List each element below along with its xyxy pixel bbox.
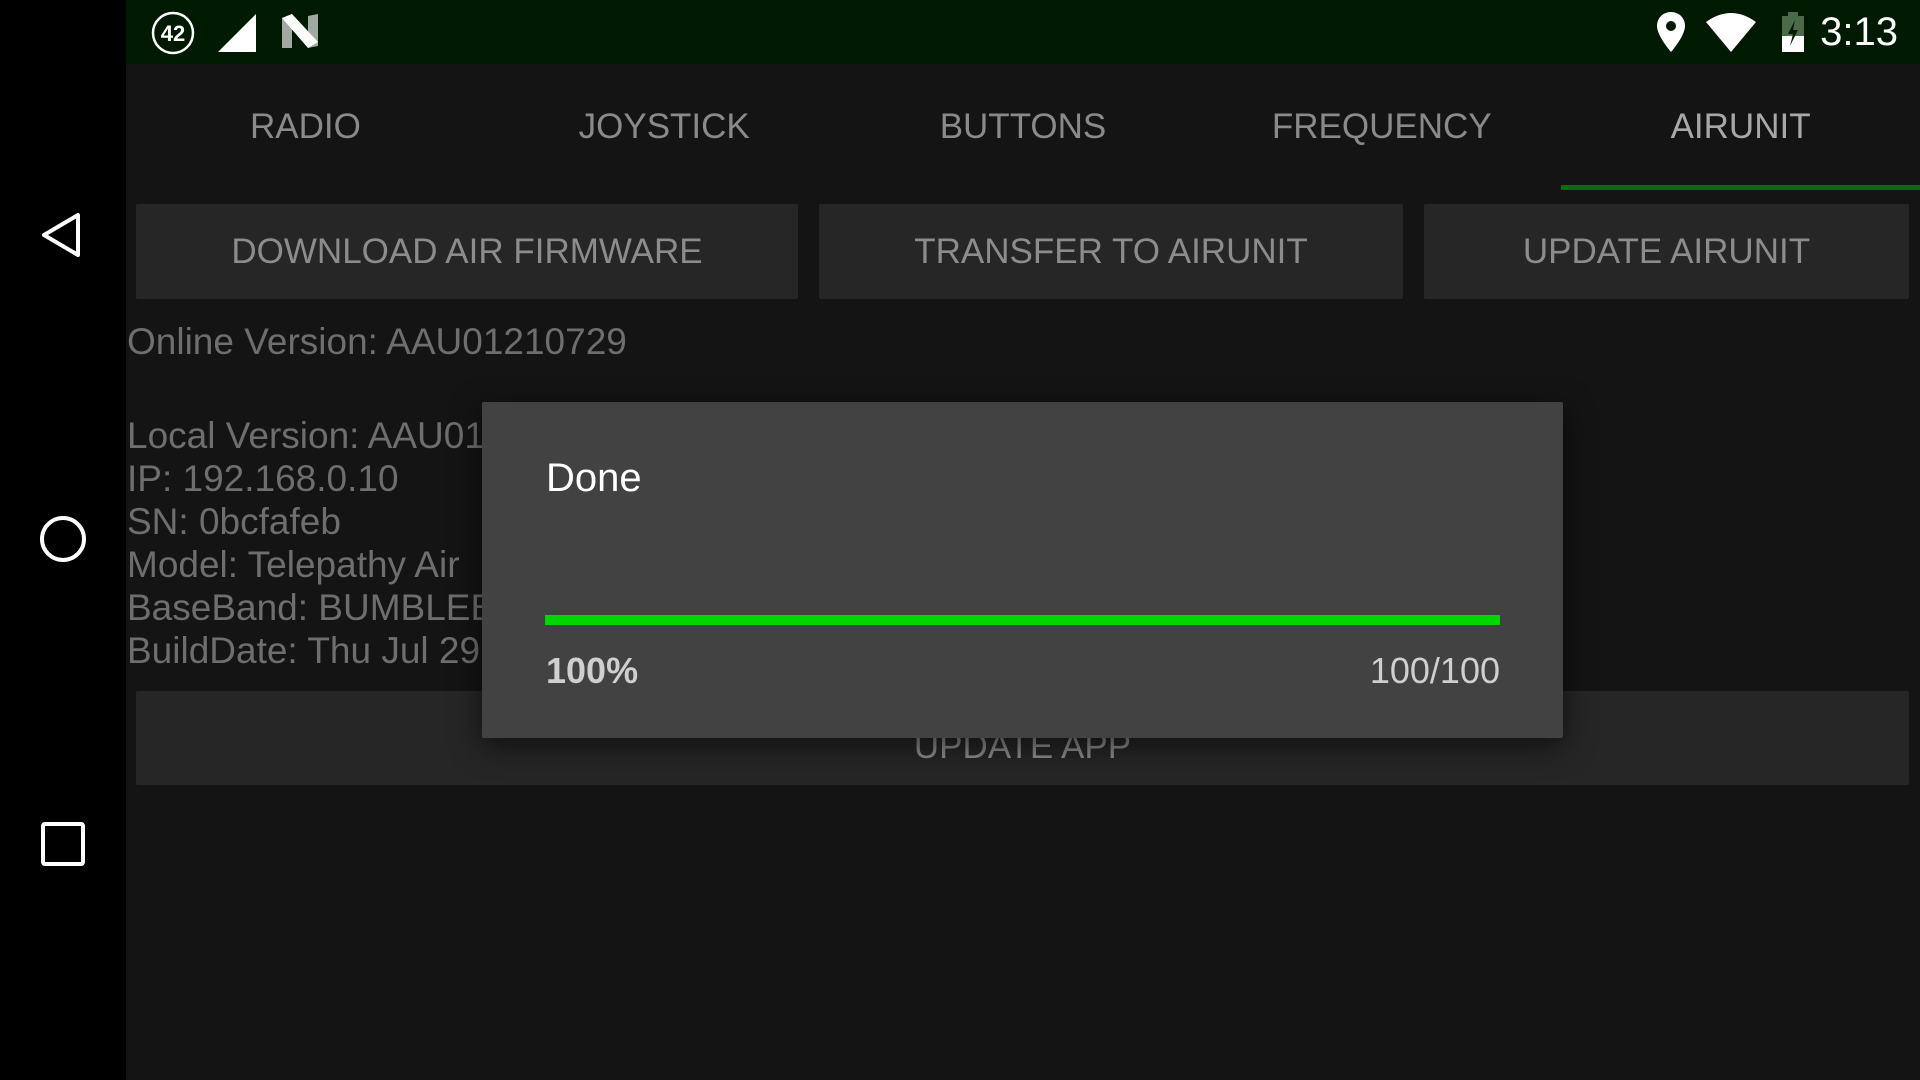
wifi-icon [1706,13,1756,52]
online-version: Online Version: AAU01210729 [127,321,627,362]
tab-airunit[interactable]: AIRUNIT [1561,64,1920,190]
baseband: BaseBand: BUMBLEB [127,587,496,628]
build-date: BuildDate: Thu Jul 29 [127,630,481,671]
progress-dialog: Done 100% 100/100 [482,402,1563,738]
clock: 3:13 [1820,10,1898,54]
progress-count: 100/100 [1369,650,1500,691]
serial-number: SN: 0bcfafeb [127,501,341,542]
tab-frequency[interactable]: FREQUENCY [1202,64,1561,190]
tab-bar: RADIO JOYSTICK BUTTONS FREQUENCY AIRUNIT [126,64,1920,190]
cell-signal-icon [218,14,256,52]
local-version: Local Version: AAU01 [127,415,485,456]
progress-fill [545,615,1500,625]
tab-joystick[interactable]: JOYSTICK [485,64,844,190]
recents-icon[interactable] [38,819,88,869]
ip-address: IP: 192.168.0.10 [127,458,399,499]
navigation-bar [0,0,126,1080]
home-icon[interactable] [38,514,88,564]
battery-charging-icon [1782,12,1804,52]
dialog-title: Done [546,456,642,500]
back-icon[interactable] [38,210,88,260]
transfer-to-airunit-button[interactable]: TRANSFER TO AIRUNIT [819,204,1403,299]
progress-percent: 100% [546,650,639,691]
n-app-icon [282,14,318,48]
model: Model: Telepathy Air [127,544,460,585]
device-info: Local Version: AAU01 IP: 192.168.0.10 SN… [127,414,495,672]
status-bar: 42 3:13 [126,0,1920,64]
notification-count-icon: 42 [151,11,195,55]
tab-buttons[interactable]: BUTTONS [844,64,1203,190]
tab-radio[interactable]: RADIO [126,64,485,190]
location-icon [1657,12,1685,52]
update-airunit-button[interactable]: UPDATE AIRUNIT [1424,204,1909,299]
download-air-firmware-button[interactable]: DOWNLOAD AIR FIRMWARE [136,204,798,299]
svg-text:42: 42 [161,21,185,46]
progress-bar [545,615,1500,625]
